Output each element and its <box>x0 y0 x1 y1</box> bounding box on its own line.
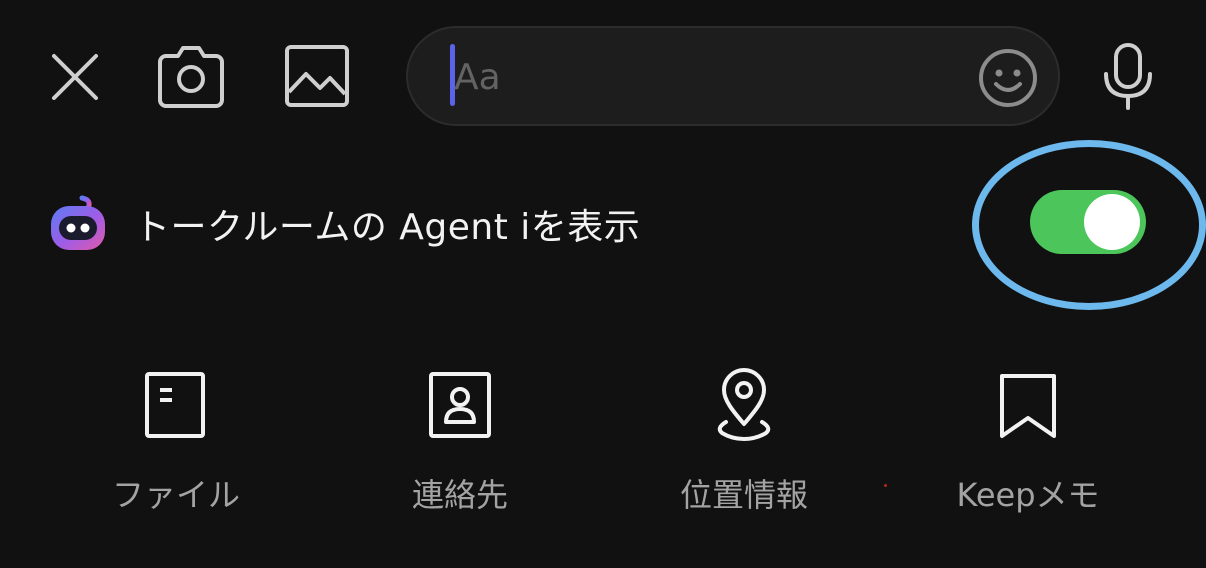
camera-icon[interactable] <box>156 42 226 108</box>
emoji-icon[interactable] <box>978 48 1038 108</box>
action-file[interactable]: ファイル <box>76 366 276 526</box>
agent-i-toggle[interactable] <box>1030 190 1146 254</box>
attachment-panel: トークルームの Agent iを表示 ファイル 連絡先 位置情報 <box>0 0 1206 568</box>
action-contact[interactable]: 連絡先 <box>360 366 560 526</box>
action-keep-memo[interactable]: Keepメモ <box>928 366 1128 526</box>
message-input[interactable] <box>454 48 954 106</box>
image-icon[interactable] <box>284 44 350 108</box>
agent-i-label: トークルームの Agent iを表示 <box>134 207 641 248</box>
action-location-label: 位置情報 <box>679 476 808 514</box>
mic-icon[interactable] <box>1098 42 1158 112</box>
action-location[interactable]: 位置情報 <box>644 366 844 526</box>
agent-i-setting-row: トークルームの Agent iを表示 <box>0 180 1206 270</box>
action-file-label: ファイル <box>111 476 240 514</box>
bookmark-icon <box>1000 374 1056 438</box>
action-contact-label: 連絡先 <box>411 476 508 514</box>
toggle-knob <box>1084 194 1140 250</box>
agent-i-icon <box>51 195 105 250</box>
action-keep-memo-label: Keepメモ <box>956 476 1100 514</box>
stray-red-dot <box>884 484 887 487</box>
contact-icon <box>429 372 491 438</box>
message-input-bar[interactable] <box>406 26 1060 126</box>
close-icon[interactable] <box>46 48 104 106</box>
file-icon <box>145 372 205 438</box>
location-icon <box>717 368 771 442</box>
